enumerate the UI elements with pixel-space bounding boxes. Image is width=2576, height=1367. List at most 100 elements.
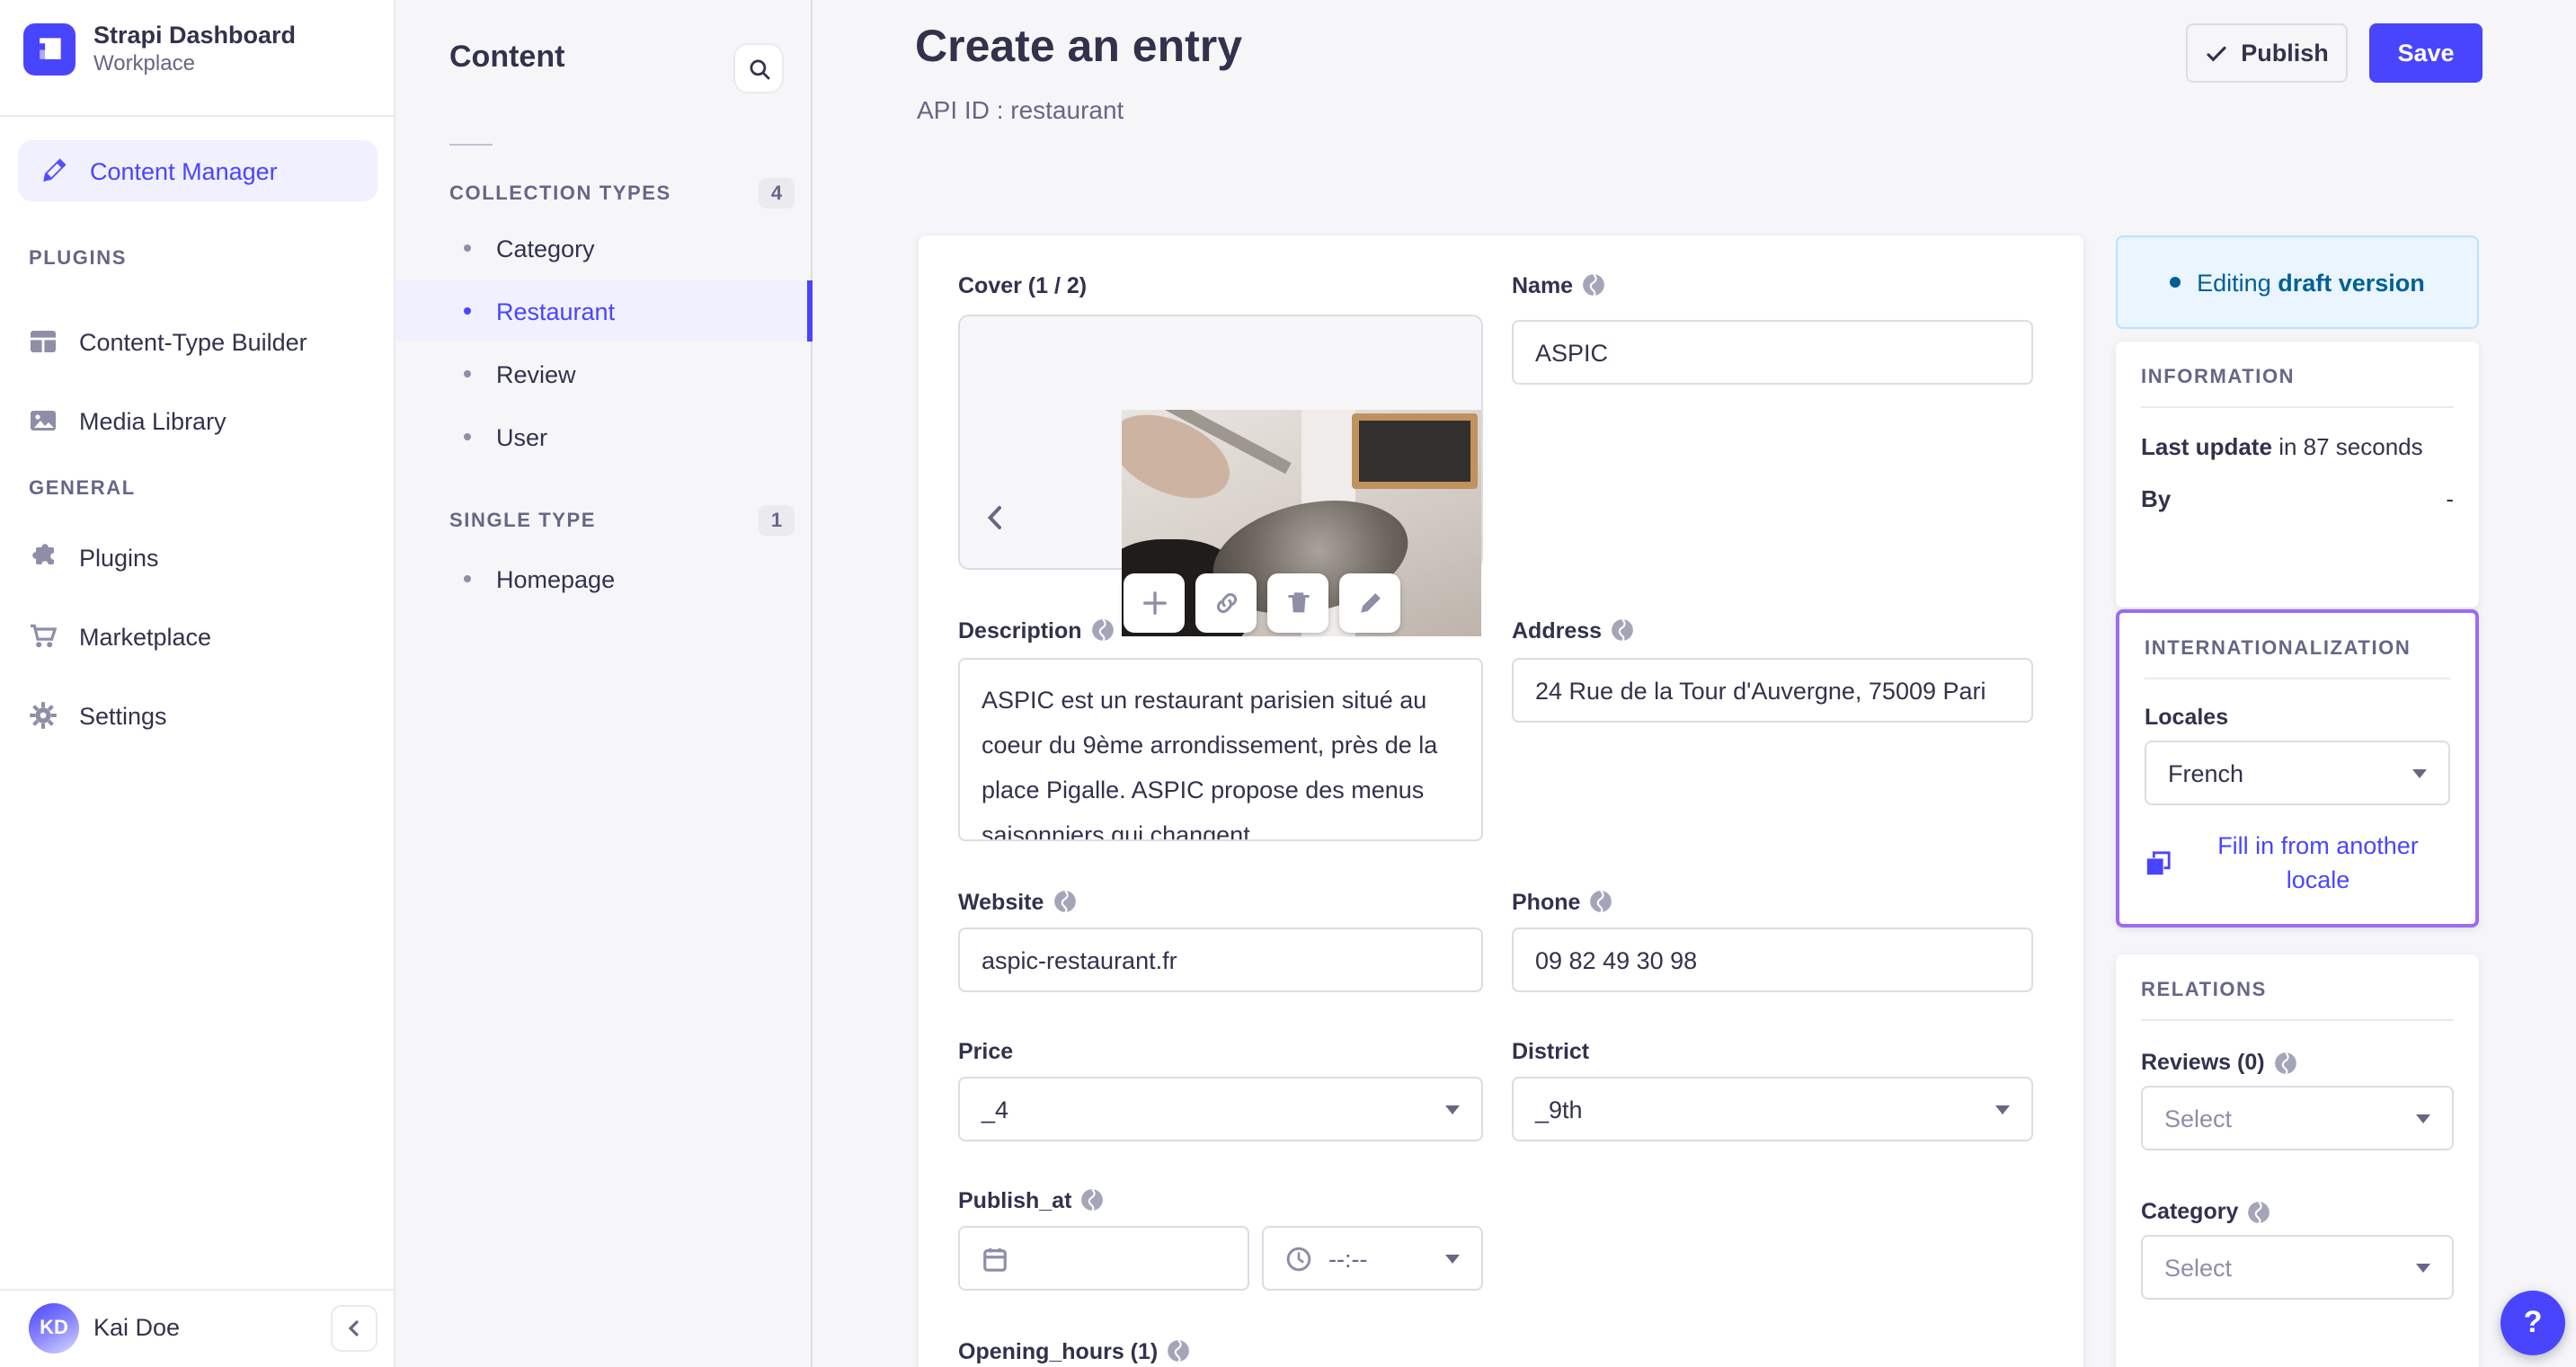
globe-icon <box>1589 890 1612 913</box>
publish-at-date-input[interactable] <box>958 1226 1249 1291</box>
divider <box>449 144 493 146</box>
search-button[interactable] <box>733 43 784 93</box>
cover-label: Cover (1 / 2) <box>958 272 1088 297</box>
sidebar-item-label: Marketplace <box>79 623 212 650</box>
information-title: INFORMATION <box>2141 367 2296 388</box>
divider <box>2145 678 2450 679</box>
single-type-count-badge: 1 <box>759 505 795 536</box>
save-button[interactable]: Save <box>2369 23 2483 83</box>
sidebar-item-label: Content-Type Builder <box>79 328 307 355</box>
group-header-collection-types: COLLECTION TYPES <box>449 183 671 205</box>
name-label: Name <box>1512 271 1605 298</box>
sidebar-item-settings[interactable]: Settings <box>0 679 395 751</box>
reviews-select[interactable]: Select <box>2141 1086 2454 1150</box>
phone-label: Phone <box>1512 888 1612 915</box>
globe-icon <box>2247 1200 2270 1223</box>
category-select[interactable]: Select <box>2141 1235 2454 1300</box>
subnav-item-homepage[interactable]: Homepage <box>395 548 813 609</box>
address-input[interactable] <box>1512 658 2033 723</box>
collection-types-count-badge: 4 <box>759 178 795 209</box>
status-emphasis: draft version <box>2278 269 2425 296</box>
description-textarea[interactable]: ASPIC est un restaurant parisien situé a… <box>958 658 1483 841</box>
internationalization-title: INTERNATIONALIZATION <box>2145 638 2412 660</box>
check-icon <box>2205 42 2226 64</box>
subnav-title: Content <box>449 40 565 74</box>
collapse-sidebar-button[interactable] <box>331 1305 378 1352</box>
bullet-icon <box>464 307 471 315</box>
brand: Strapi Dashboard Workplace <box>23 22 296 77</box>
entry-form-card: Cover (1 / 2) Name ASPIC Description ASP… <box>919 235 2083 1367</box>
sidebar-section-plugins: PLUGINS <box>29 248 127 270</box>
district-label: District <box>1512 1038 1590 1063</box>
subnav-item-category[interactable]: Category <box>395 217 813 279</box>
main-sidebar: Strapi Dashboard Workplace Content Manag… <box>0 0 395 1367</box>
website-label: Website <box>958 888 1076 915</box>
content-subnav: Content COLLECTION TYPES 4 Category Rest… <box>395 0 813 1367</box>
puzzle-icon <box>29 543 58 572</box>
search-icon <box>747 57 770 80</box>
delete-asset-button[interactable] <box>1267 573 1328 633</box>
reviews-label: Reviews (0) <box>2141 1050 2454 1075</box>
last-update-label: Last update <box>2141 433 2272 460</box>
avatar[interactable]: KD <box>29 1303 79 1354</box>
globe-icon <box>2274 1051 2297 1074</box>
subnav-item-review[interactable]: Review <box>395 343 813 404</box>
globe-icon <box>1091 618 1115 642</box>
sidebar-item-label: Media Library <box>79 407 227 434</box>
trash-icon <box>1284 590 1311 617</box>
help-button[interactable]: ? <box>2500 1291 2565 1355</box>
add-asset-button[interactable] <box>1124 573 1185 633</box>
locale-value: French <box>2168 759 2244 786</box>
draft-status-banner: Editing draft version <box>2116 235 2479 329</box>
sidebar-item-content-manager[interactable]: Content Manager <box>18 140 378 201</box>
carousel-prev-icon[interactable] <box>982 503 1010 532</box>
link-icon <box>1212 590 1239 617</box>
last-update-value: in 87 seconds <box>2278 433 2423 460</box>
by-row: By - <box>2141 485 2454 512</box>
group-header-single-type: SINGLE TYPE <box>449 510 597 532</box>
copy-link-button[interactable] <box>1195 573 1257 633</box>
information-card: INFORMATION Last update in 87 seconds By… <box>2116 342 2479 608</box>
bullet-icon <box>464 575 471 582</box>
chevron-down-icon <box>2416 1114 2430 1123</box>
publish-at-time-select[interactable]: --:-- <box>1262 1226 1483 1291</box>
subnav-item-user[interactable]: User <box>395 406 813 467</box>
by-value: - <box>2446 485 2454 512</box>
cart-icon <box>29 622 58 651</box>
publish-button[interactable]: Publish <box>2186 23 2348 83</box>
layout-grid-icon <box>29 327 58 356</box>
cover-actions <box>1124 573 1400 633</box>
fill-from-locale-link[interactable]: Fill in from another locale <box>2145 829 2450 897</box>
locale-select[interactable]: French <box>2145 741 2450 805</box>
subnav-item-restaurant[interactable]: Restaurant <box>395 280 813 342</box>
sidebar-item-media-library[interactable]: Media Library <box>0 385 395 457</box>
chevron-down-icon <box>2416 1263 2430 1272</box>
by-label: By <box>2141 485 2172 512</box>
sidebar-item-label: Content Manager <box>90 157 278 184</box>
name-input[interactable] <box>1512 320 2033 385</box>
time-value: --:-- <box>1328 1245 1368 1272</box>
sidebar-item-content-type-builder[interactable]: Content-Type Builder <box>0 306 395 377</box>
relations-title: RELATIONS <box>2141 980 2267 1001</box>
district-select[interactable]: _9th <box>1512 1077 2033 1141</box>
pencil-icon <box>1356 590 1383 617</box>
sidebar-item-plugins[interactable]: Plugins <box>0 521 395 593</box>
status-dot-icon <box>2170 277 2181 288</box>
picture-icon <box>29 406 58 435</box>
active-indicator <box>807 280 813 342</box>
sidebar-item-marketplace[interactable]: Marketplace <box>0 600 395 672</box>
phone-input[interactable] <box>1512 928 2033 992</box>
chevron-down-icon <box>1445 1105 1460 1114</box>
feather-pen-icon <box>40 156 68 185</box>
divider <box>0 115 394 117</box>
api-id-subtitle: API ID : restaurant <box>917 95 1124 124</box>
edit-asset-button[interactable] <box>1339 573 1400 633</box>
page-title: Create an entry <box>915 22 1243 72</box>
website-input[interactable] <box>958 928 1483 992</box>
locales-label: Locales <box>2145 705 2229 730</box>
globe-icon <box>1080 1188 1104 1212</box>
brand-subtitle: Workplace <box>93 50 195 75</box>
calendar-icon <box>982 1245 1008 1272</box>
price-select[interactable]: _4 <box>958 1077 1483 1141</box>
globe-icon <box>1167 1339 1190 1363</box>
